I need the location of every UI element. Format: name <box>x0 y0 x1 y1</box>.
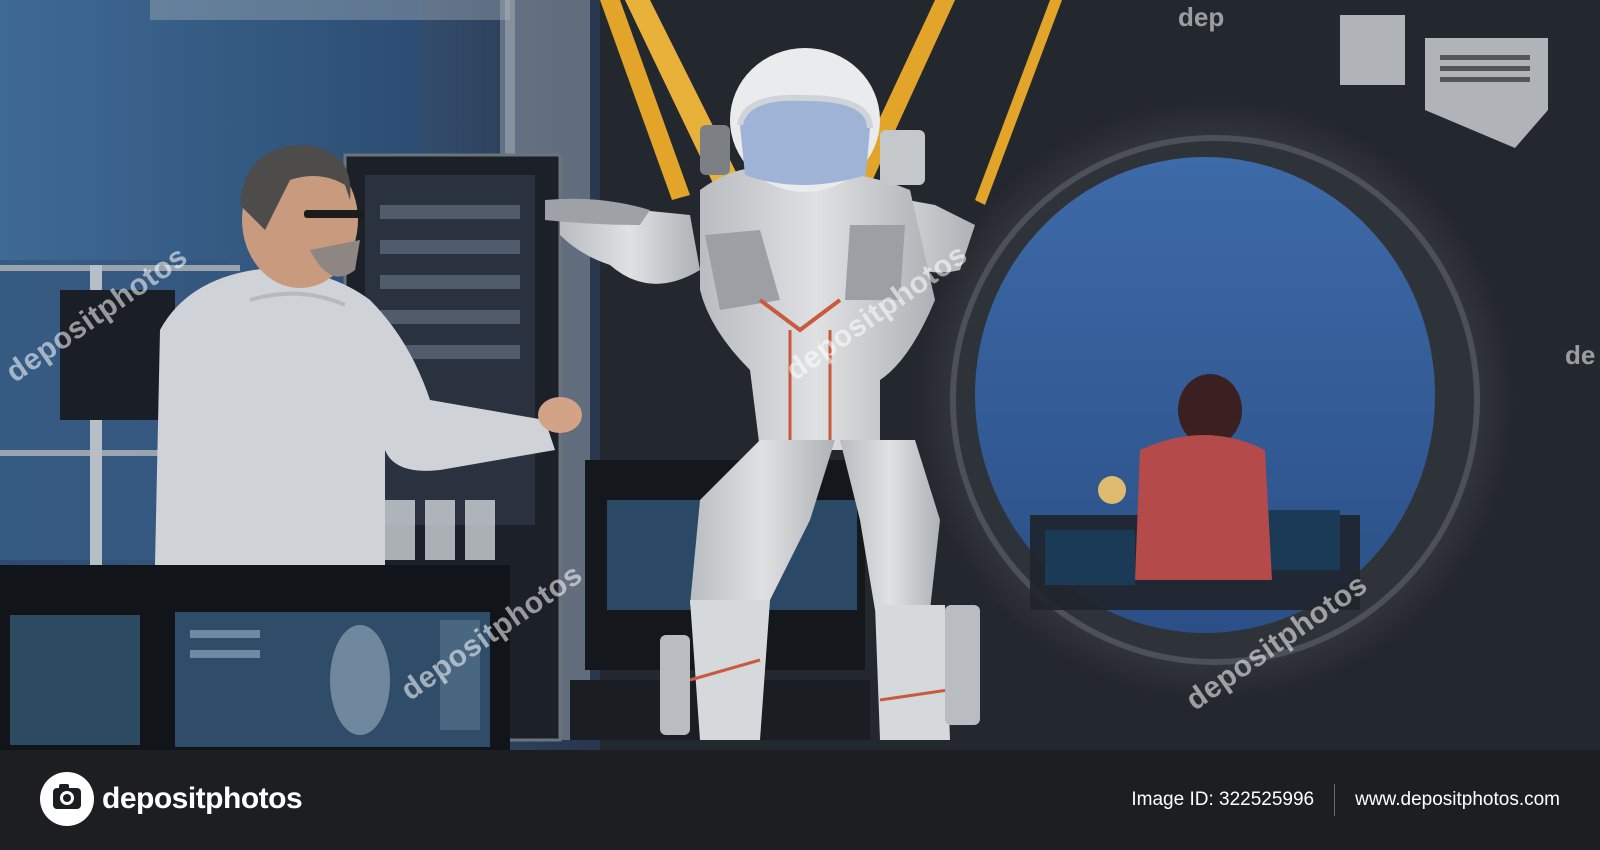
website-link[interactable]: www.depositphotos.com <box>1355 789 1560 811</box>
logo-text: depositphotos <box>102 782 303 815</box>
depositphotos-logo[interactable]: depositphotos <box>40 772 303 826</box>
photo: depositphotos depositphotos depositphoto… <box>0 0 1600 750</box>
divider <box>1334 784 1336 816</box>
watermark-corner-text: de <box>1565 340 1596 370</box>
footer-bar: depositphotos Image ID: 322525996 www.de… <box>0 750 1600 850</box>
image-id: Image ID: 322525996 <box>1131 789 1315 810</box>
stock-photo-page: depositphotos depositphotos depositphoto… <box>0 0 1600 850</box>
watermark-corner-text: dep <box>1178 2 1225 32</box>
image-meta: Image ID: 322525996 www.depositphotos.co… <box>1131 784 1560 816</box>
camera-icon <box>40 772 94 826</box>
